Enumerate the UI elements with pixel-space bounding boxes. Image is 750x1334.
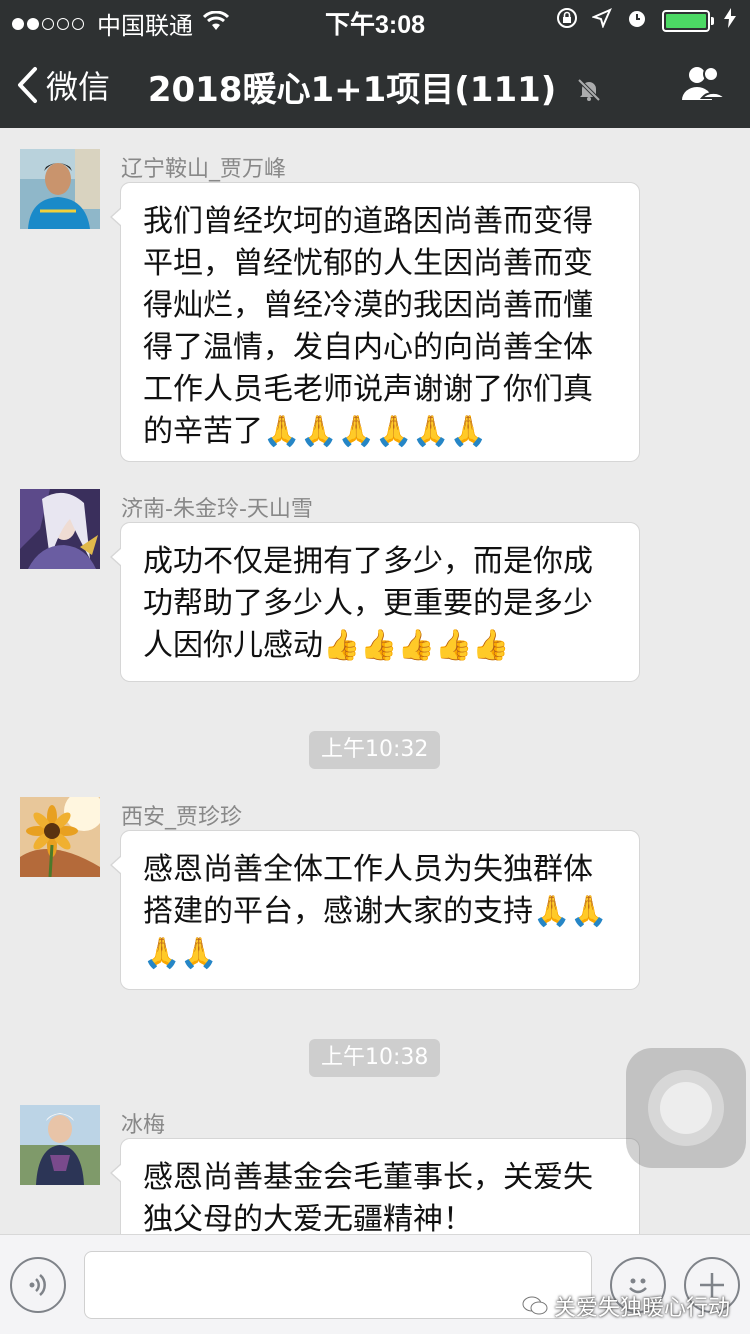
sender-name: 辽宁鞍山_贾万峰 (121, 157, 287, 182)
voice-toggle-button[interactable] (10, 1257, 66, 1313)
chat-title: 2018暖心1+1项目(111) (0, 62, 750, 112)
avatar[interactable] (20, 489, 100, 569)
status-right (556, 7, 736, 35)
wechat-icon (522, 1296, 548, 1315)
message-bubble[interactable]: 我们曾经坎坷的道路因尚善而变得平坦，曾经忧郁的人生因尚善而变得灿烂，曾经冷漠的我… (110, 182, 640, 462)
watermark: 关爱失独暖心行动 (522, 1290, 730, 1322)
group-members-icon[interactable] (680, 64, 728, 108)
voice-icon (29, 1274, 46, 1296)
status-bar: 中国联通 下午3:08 (0, 0, 750, 40)
chat-title-text: 2018暖心1+1项目(111) (147, 70, 557, 110)
avatar[interactable] (20, 1105, 100, 1185)
rotation-lock-icon (556, 7, 578, 35)
mute-bell-icon (576, 72, 602, 112)
message-bubble[interactable]: 感恩尚善基金会毛董事长，关爱失独父母的大爱无疆精神！ (110, 1138, 640, 1234)
message-bubble[interactable]: 成功不仅是拥有了多少，而是你成功帮助了多少人，更重要的是多少人因你儿感动👍👍👍👍… (110, 522, 640, 682)
avatar[interactable] (20, 149, 100, 229)
message-bubble[interactable]: 感恩尚善全体工作人员为失独群体搭建的平台，感谢大家的支持🙏🙏🙏🙏 (110, 830, 640, 990)
charging-icon (724, 8, 736, 34)
location-icon (591, 8, 612, 34)
assistive-touch-button[interactable] (626, 1048, 746, 1168)
battery-icon (662, 10, 714, 32)
avatar[interactable] (20, 797, 100, 877)
timestamp: 上午10:38 (309, 1039, 441, 1077)
message-input[interactable] (84, 1251, 592, 1319)
timestamp: 上午10:32 (309, 731, 441, 769)
sender-name: 冰梅 (121, 1113, 166, 1138)
watermark-text: 关爱失独暖心行动 (553, 1296, 730, 1321)
nav-bar: 微信 2018暖心1+1项目(111) (0, 40, 750, 128)
sender-name: 西安_贾珍珍 (121, 805, 243, 830)
input-bar: 关爱失独暖心行动 (0, 1234, 750, 1334)
sender-name: 济南-朱金玲-天山雪 (121, 497, 313, 522)
alarm-icon (626, 7, 648, 35)
